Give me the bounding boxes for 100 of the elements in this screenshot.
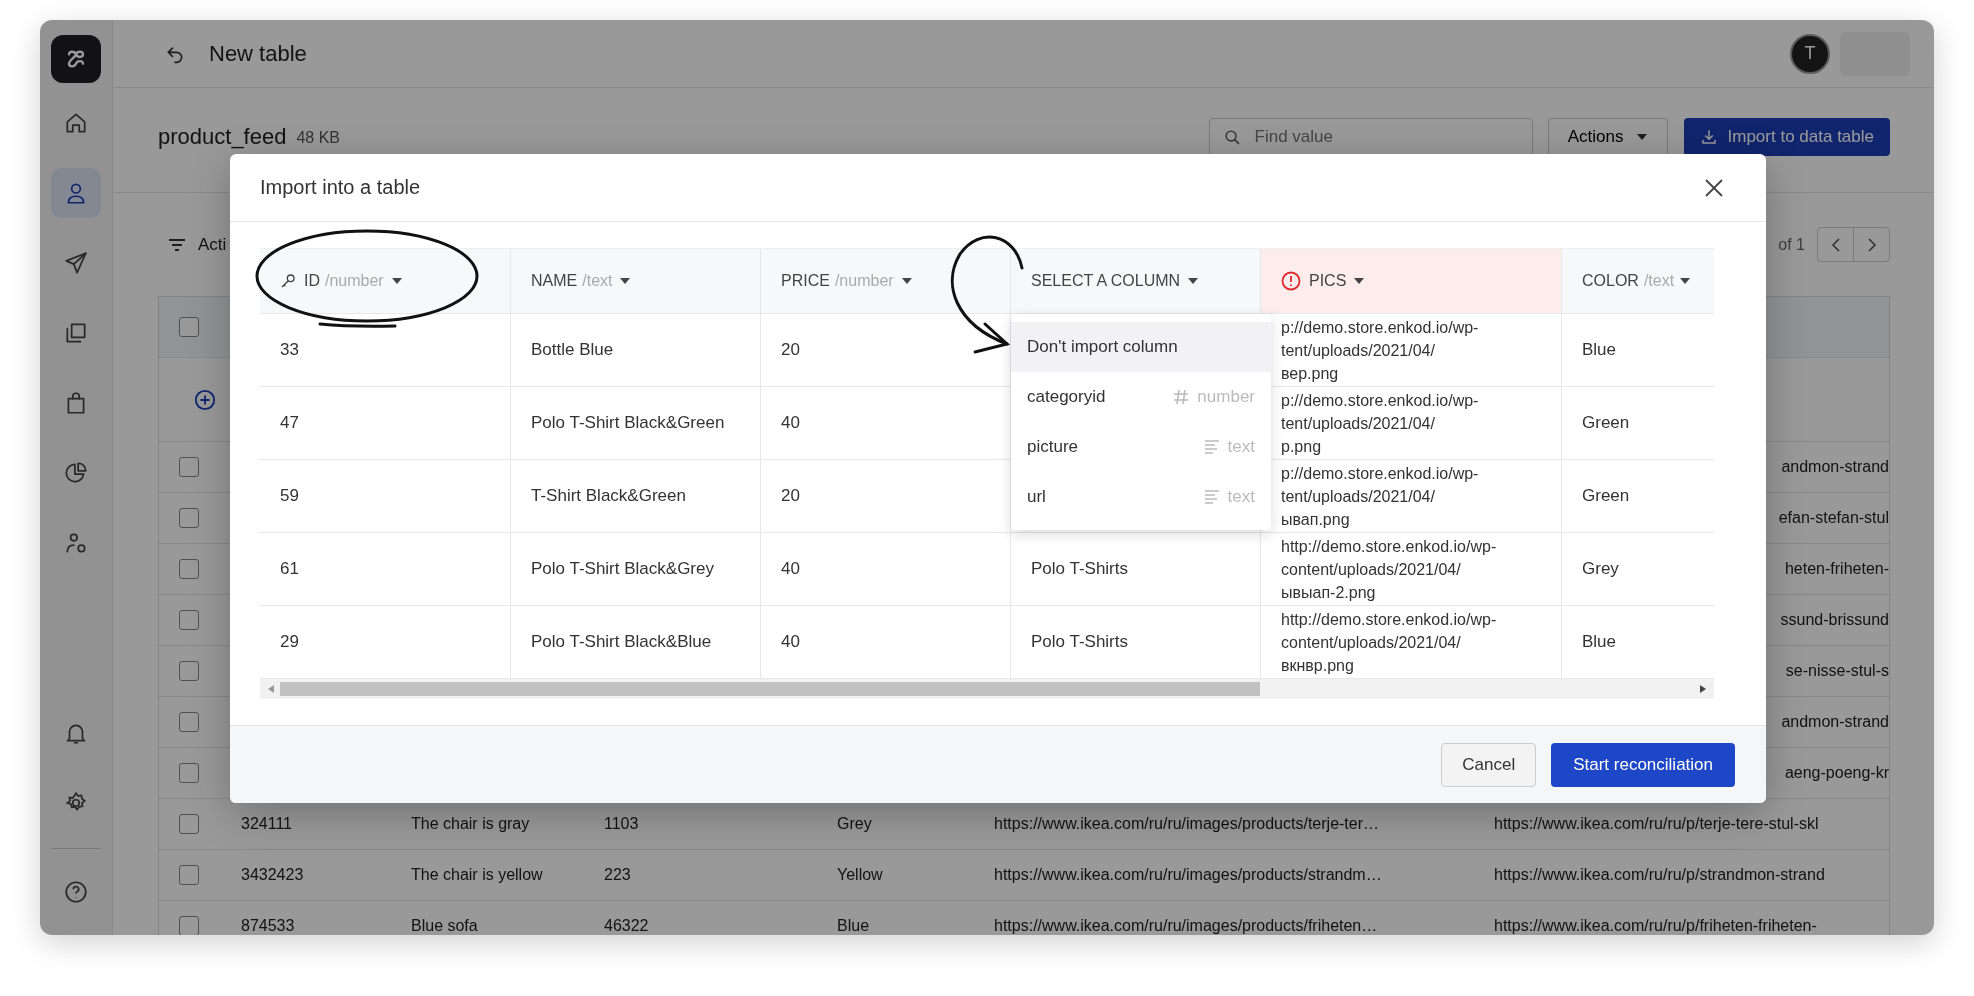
chevron-right-icon	[1866, 236, 1877, 253]
table-cell-text: https://www.ikea.com/ru/ru/p/strandmon-strand	[1493, 866, 1826, 884]
file-size: 48 KB	[296, 128, 341, 148]
download-icon	[1699, 128, 1718, 146]
table-cell-text: https://www.ikea.com/ru/ru/p/terje-tere-stul-skl	[1493, 815, 1820, 833]
table-cell: Polo T-Shirt Black&Grey	[531, 559, 714, 579]
table-cell-text: Blue	[836, 917, 871, 935]
search-field[interactable]: Find value	[1252, 126, 1507, 148]
caret-icon	[1188, 278, 1199, 284]
table-cell: T-Shirt Black&Green	[531, 486, 686, 506]
column-header[interactable]: PRICE /number	[761, 249, 1011, 313]
checkbox[interactable]	[179, 317, 199, 337]
key-icon	[280, 273, 296, 289]
table-cell: 59	[280, 486, 299, 506]
table-cell: Polo T-Shirts	[1031, 559, 1128, 579]
table-cell: Blue	[1582, 340, 1617, 360]
caret-icon	[1680, 278, 1691, 284]
page-title: New table	[209, 40, 307, 67]
table-cell: andmon-strand	[1781, 458, 1889, 476]
table-cell-text: The chair is gray	[410, 815, 531, 833]
caret-icon	[901, 278, 912, 284]
table-cell-text: http://demo.store.enkod.io/wp- content/uploads/2021/04/ вкнвр.png	[1281, 609, 1497, 676]
add-row-icon[interactable]	[194, 388, 216, 411]
actions-button[interactable]: Actions	[1547, 118, 1668, 156]
table-cell: Blue	[1582, 632, 1617, 652]
caret-icon	[620, 278, 631, 284]
table-name: product_feed	[158, 123, 287, 151]
table-cell-text: Blue sofa	[410, 917, 479, 935]
table-cell-text: 1103	[603, 815, 640, 833]
table-cell: andmon-strand	[1781, 713, 1889, 731]
table-cell: Green	[1582, 486, 1630, 506]
checkbox[interactable]	[179, 814, 199, 834]
checkbox[interactable]	[179, 559, 199, 579]
hash-icon	[1173, 389, 1190, 405]
page-count: of 1	[1778, 235, 1805, 254]
table-cell-text: https://www.ikea.com/ru/ru/images/products/friheten…	[993, 917, 1379, 935]
dialog-title: Import into a table	[260, 176, 421, 199]
checkbox[interactable]	[179, 661, 199, 681]
table-cell: ssund-brissund	[1780, 611, 1889, 629]
cancel-button[interactable]: Cancel	[1441, 742, 1537, 787]
chevron-left-icon	[1830, 236, 1841, 253]
menu-item[interactable]: picture text	[1011, 422, 1271, 472]
column-header[interactable]: ID /number	[260, 249, 511, 313]
menu-item[interactable]: url text	[1011, 472, 1271, 522]
table-cell: 40	[781, 559, 800, 579]
text-lines-icon	[1203, 490, 1220, 504]
toolbar-label: Acti	[198, 234, 227, 255]
table-cell-text: https://www.ikea.com/ru/ru/p/friheten-friheten-	[1493, 917, 1818, 935]
table-cell: 47	[280, 413, 299, 433]
table-cell: 29	[280, 632, 299, 652]
table-cell: 20	[781, 486, 800, 506]
start-button[interactable]: Start reconciliation	[1551, 742, 1735, 787]
table-cell-text: 223	[603, 866, 632, 884]
checkbox[interactable]	[179, 763, 199, 783]
table-cell: Polo T-Shirt Black&Blue	[531, 632, 712, 652]
table-cell: heten-friheten-	[1784, 560, 1889, 578]
menu-item[interactable]: Don't import column	[1011, 322, 1271, 372]
checkbox[interactable]	[179, 508, 199, 528]
table-cell-text: 324111	[240, 815, 293, 833]
table-cell: 61	[280, 559, 299, 579]
caret-icon	[1354, 278, 1365, 284]
table-cell: Polo T-Shirts	[1031, 632, 1128, 652]
avatar[interactable]: T	[1790, 33, 1830, 74]
table-cell-text: 874533	[240, 917, 296, 935]
table-cell: se-nisse-stul-s	[1785, 662, 1889, 680]
import-button[interactable]: Import to data table	[1683, 118, 1890, 156]
scroll-right-arrow-icon[interactable]	[1700, 685, 1706, 693]
table-cell: Bottle Blue	[531, 340, 614, 360]
column-header[interactable]: NAME /text	[511, 249, 761, 313]
table-cell: 33	[280, 340, 299, 360]
table-cell: Grey	[1582, 559, 1619, 579]
column-header[interactable]: PICS	[1261, 249, 1562, 313]
table-cell-text: https://www.ikea.com/ru/ru/images/products/strandm…	[993, 866, 1383, 884]
table-cell-text: 46322	[603, 917, 650, 935]
search-icon	[1223, 128, 1241, 146]
caret-icon	[391, 278, 402, 284]
table-cell-text: Grey	[836, 815, 873, 833]
error-icon	[1281, 271, 1301, 291]
filter-icon[interactable]	[168, 237, 186, 252]
checkbox[interactable]	[179, 865, 199, 885]
table-cell: aeng-poeng-kr	[1784, 764, 1889, 782]
table-cell: 20	[781, 340, 800, 360]
table-cell-text: Yellow	[836, 866, 884, 884]
checkbox[interactable]	[179, 610, 199, 630]
checkbox[interactable]	[179, 916, 199, 935]
close-icon[interactable]	[1705, 178, 1723, 197]
checkbox[interactable]	[179, 457, 199, 477]
horizontal-scrollbar[interactable]	[260, 679, 1714, 699]
text-lines-icon	[1203, 440, 1220, 454]
table-cell: Polo T-Shirt Black&Green	[531, 413, 725, 433]
user-icon[interactable]	[51, 168, 101, 218]
table-cell: 40	[781, 632, 800, 652]
table-cell: 40	[781, 413, 800, 433]
column-header[interactable]: COLOR /text	[1562, 249, 1714, 313]
logo-icon[interactable]	[51, 35, 101, 83]
scroll-left-arrow-icon[interactable]	[268, 685, 274, 693]
menu-item[interactable]: categoryid number	[1011, 372, 1271, 422]
checkbox[interactable]	[179, 712, 199, 732]
table-cell-text: https://www.ikea.com/ru/ru/images/products/terje-ter…	[993, 815, 1381, 833]
table-cell-text: The chair is yellow	[410, 866, 544, 884]
